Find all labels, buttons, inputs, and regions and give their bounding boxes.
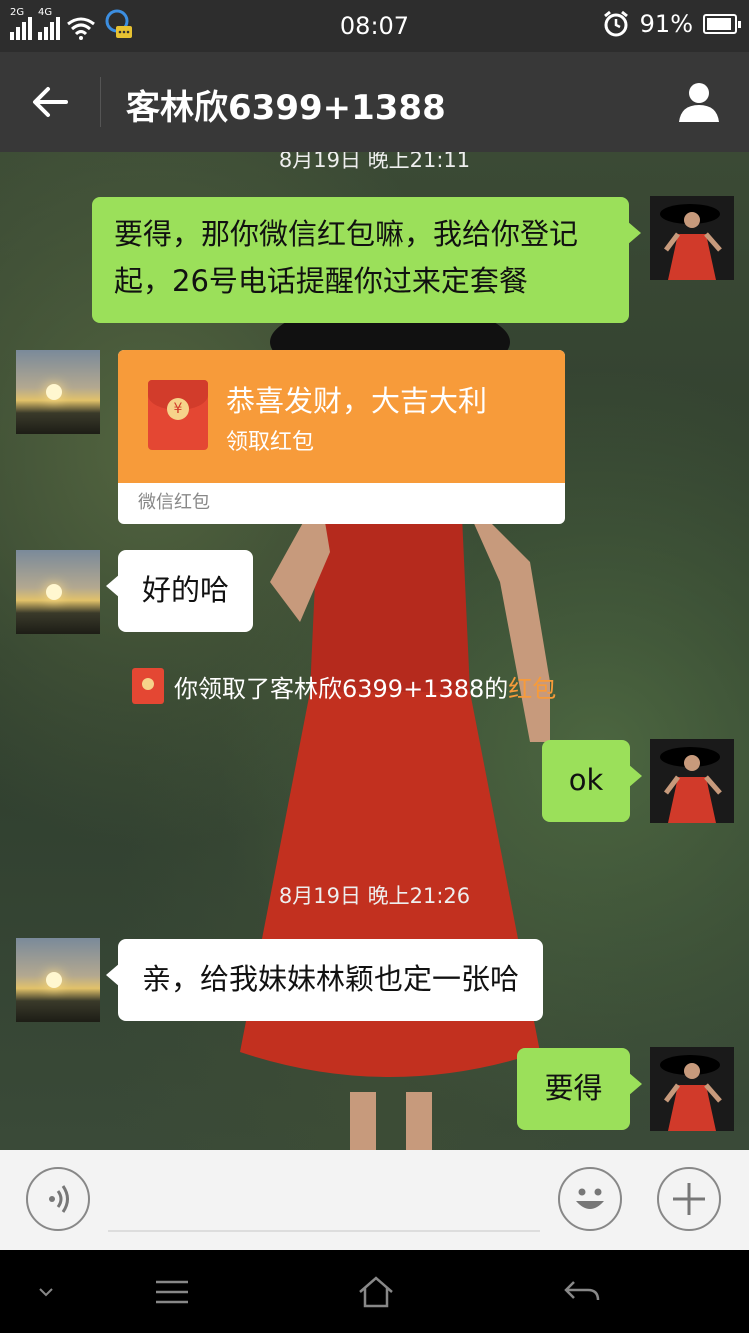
red-envelope-icon: ¥ [148, 380, 208, 450]
chevron-down-icon[interactable] [26, 1272, 66, 1312]
voice-icon [49, 1185, 69, 1213]
back-arrow-icon[interactable] [30, 82, 70, 122]
message-bubble-outgoing[interactable]: 要得 [517, 1048, 642, 1130]
chat-area[interactable]: 8月19日 晚上21:11 要得，那你微信红包嘛，我给你登记起，26号电话提醒你… [0, 152, 749, 1150]
input-bar [0, 1150, 749, 1250]
chat-title: 客林欣6399+1388 [126, 88, 446, 128]
my-avatar[interactable] [650, 739, 734, 823]
message-bubble-incoming[interactable]: 好的哈 [105, 550, 254, 632]
avatar-image [660, 204, 722, 280]
avatar-image [660, 1055, 722, 1131]
avatar-image [660, 747, 722, 823]
plus-button[interactable] [657, 1167, 721, 1231]
chat-header: 客林欣6399+1388 [0, 52, 749, 152]
red-packet-subtitle: 领取红包 [226, 430, 315, 455]
contact-avatar[interactable] [16, 938, 100, 1022]
my-avatar[interactable] [650, 1047, 734, 1131]
message-bubble-outgoing[interactable]: 要得，那你微信红包嘛，我给你登记起，26号电话提醒你过来定套餐 [92, 197, 641, 323]
message-bubble-outgoing[interactable]: ok [542, 740, 642, 822]
plus-icon [673, 1183, 705, 1215]
status-icons-right: 91% [602, 10, 741, 38]
red-packet-footer: 微信红包 [138, 492, 210, 513]
person-icon[interactable] [677, 80, 721, 124]
header-divider [100, 77, 101, 127]
red-envelope-mini-icon [132, 668, 164, 704]
my-avatar[interactable] [650, 196, 734, 280]
voice-button[interactable] [26, 1167, 90, 1231]
notice-text: 你领取了客林欣6399+1388的 [174, 674, 509, 703]
message-input[interactable] [108, 1230, 540, 1232]
timestamp-top: 8月19日 晚上21:11 [278, 152, 471, 172]
return-icon[interactable] [562, 1272, 602, 1312]
red-packet-card[interactable]: ¥ 恭喜发财，大吉大利 领取红包 微信红包 [118, 350, 565, 524]
battery-icon [703, 14, 741, 34]
home-icon[interactable] [356, 1272, 396, 1312]
contact-avatar[interactable] [16, 550, 100, 634]
menu-icon[interactable] [152, 1272, 192, 1312]
message-bubble-incoming[interactable]: 亲，给我妹妹林颖也定一张哈 [105, 939, 544, 1021]
emoji-button[interactable] [558, 1167, 622, 1231]
red-packet-title: 恭喜发财，大吉大利 [226, 384, 488, 418]
timestamp: 8月19日 晚上21:26 [278, 884, 471, 908]
emoji-icon [576, 1188, 604, 1209]
system-nav-bar [0, 1250, 749, 1333]
battery-percent: 91% [639, 10, 693, 38]
notice-link[interactable]: 红包 [508, 675, 556, 703]
status-bar: 2G 4G 08:07 91% [0, 0, 749, 52]
alarm-icon [603, 10, 628, 37]
red-packet-received-notice: 你领取了客林欣6399+1388的红包 [132, 668, 556, 704]
contact-avatar[interactable] [16, 350, 100, 434]
